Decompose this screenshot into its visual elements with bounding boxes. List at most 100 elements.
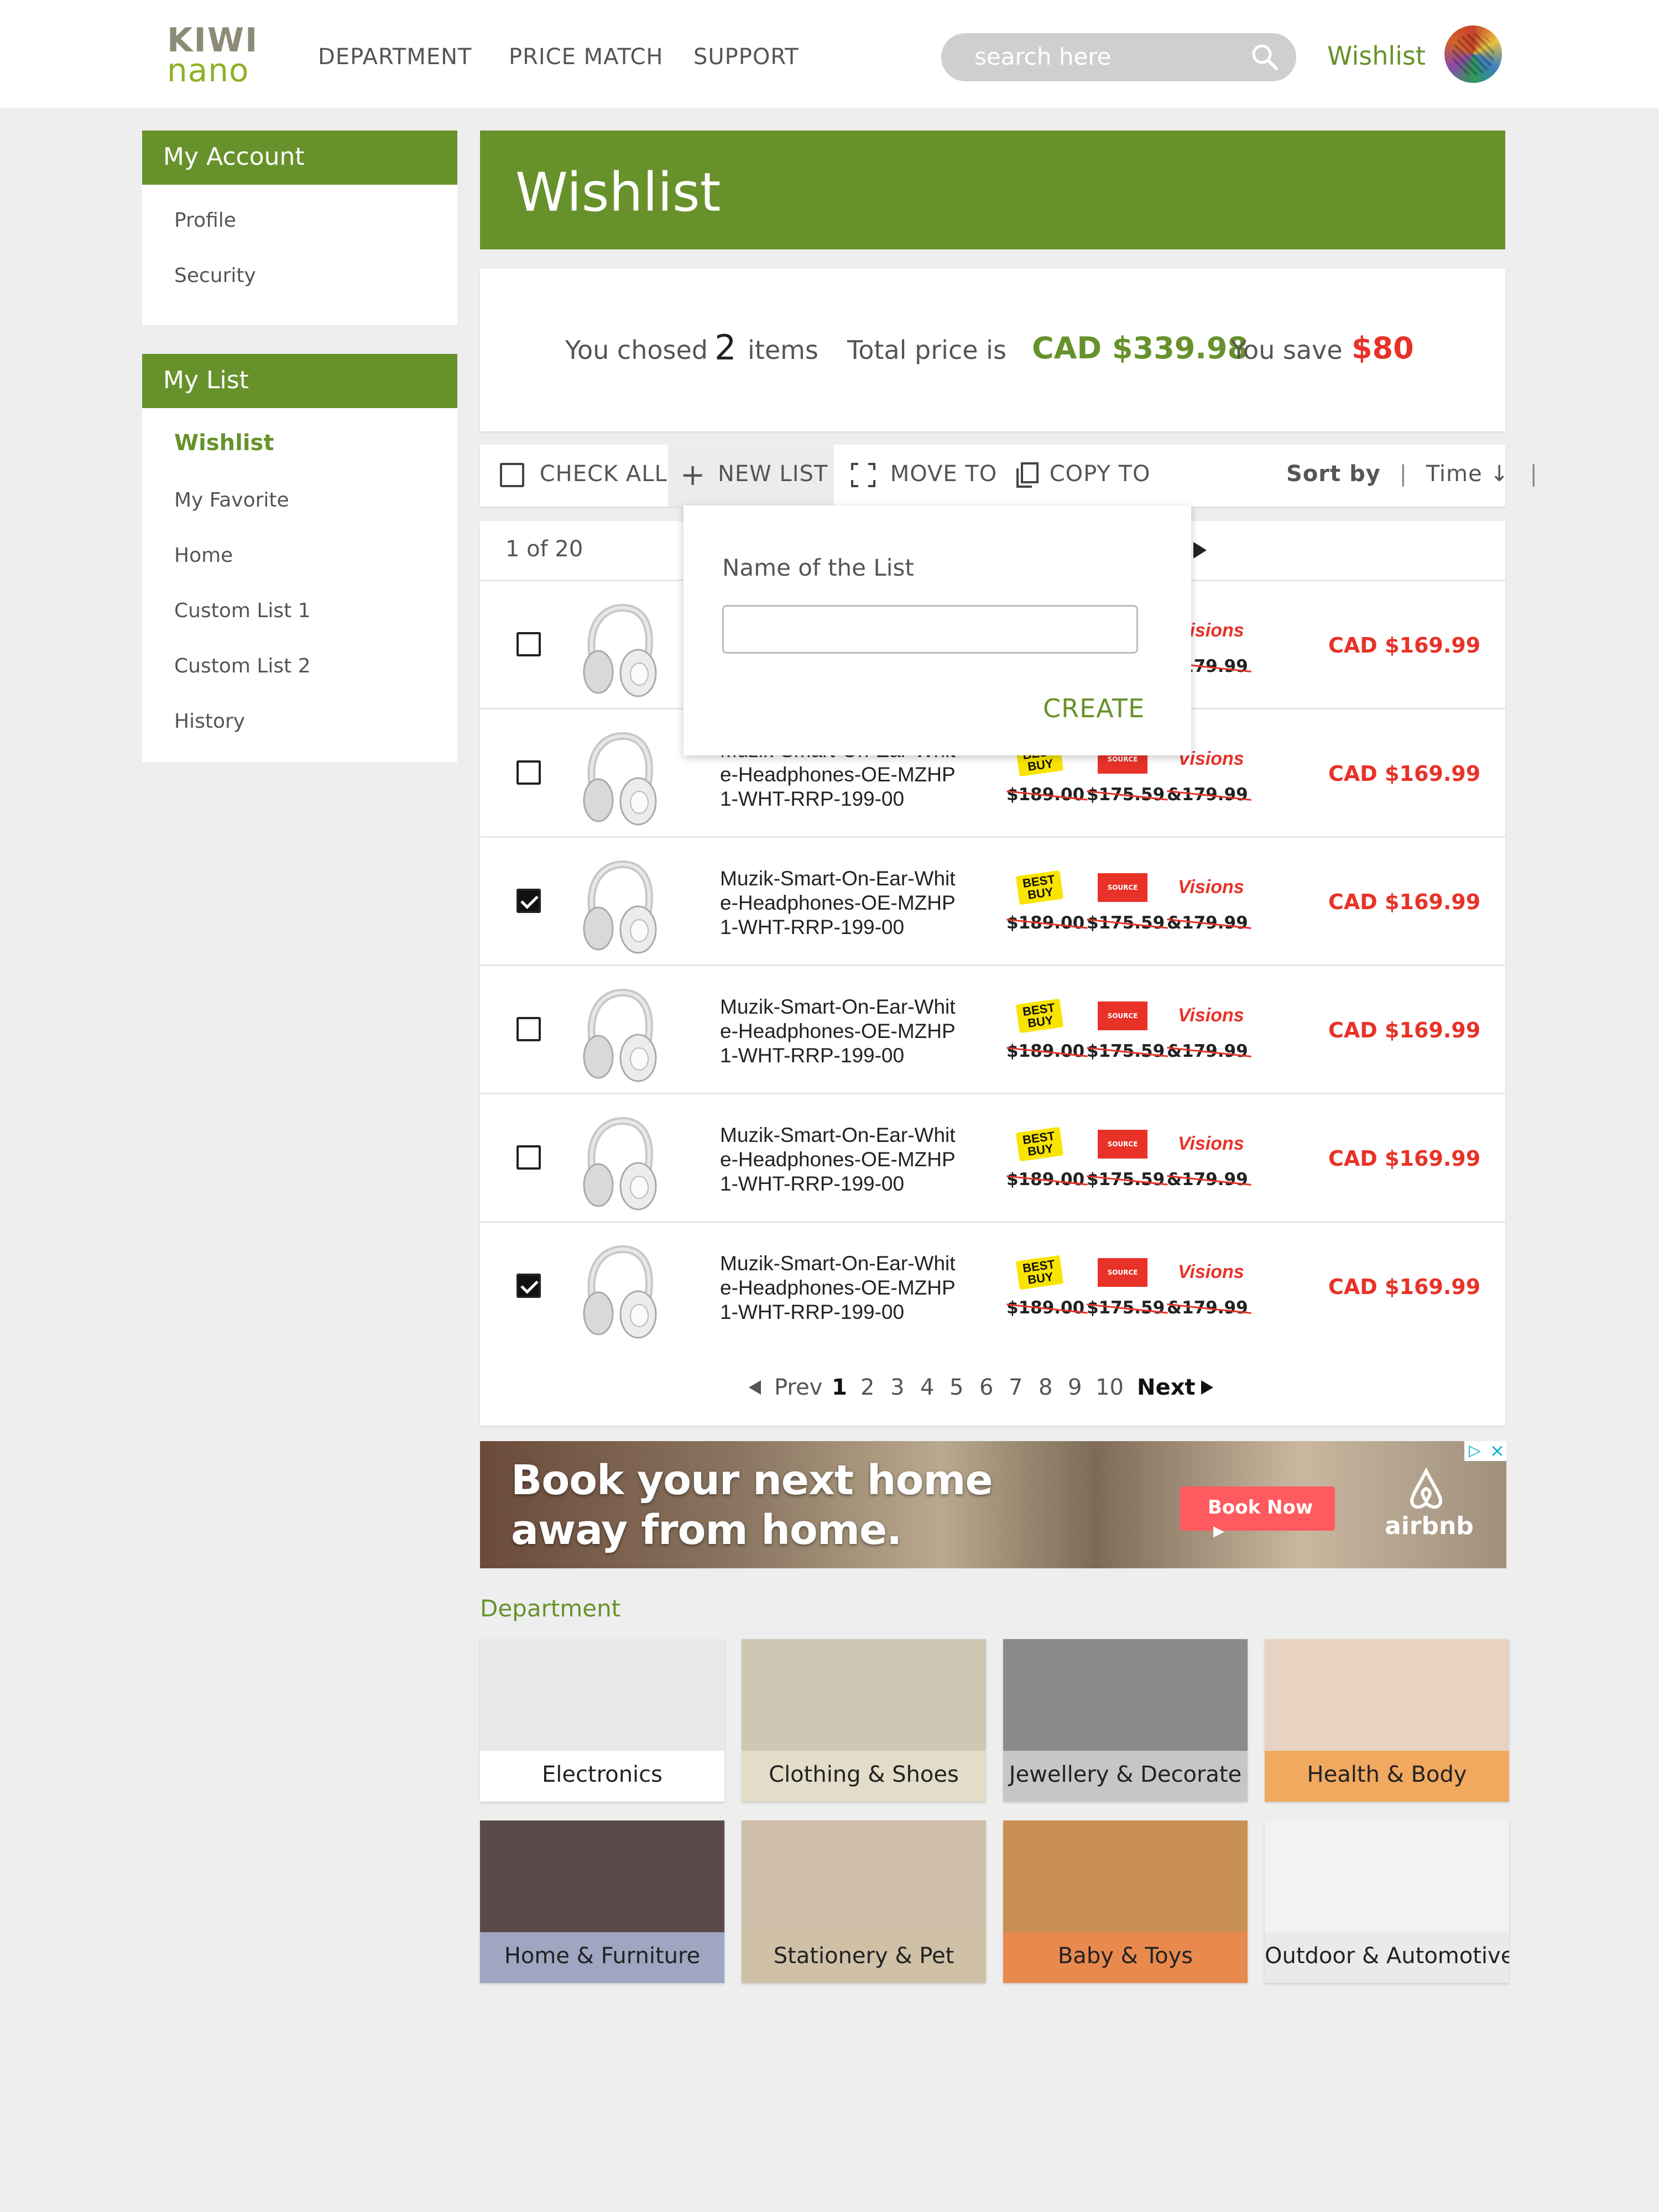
headphones-thumbnail[interactable]: [574, 985, 662, 1084]
sort-control[interactable]: Sort by | Time ↓ |: [1286, 461, 1538, 487]
store-logo: SOURCE: [1098, 1130, 1147, 1159]
product-name[interactable]: Muzik-Smart-On-Ear-White-Headphones-OE-M…: [720, 1123, 963, 1196]
list-name-input[interactable]: [722, 605, 1138, 654]
search-input[interactable]: search here: [941, 33, 1296, 81]
sidebar-item-home[interactable]: Home: [174, 544, 233, 567]
product-price: CAD $169.99: [1328, 1275, 1481, 1299]
ad-info-icon[interactable]: ▷: [1469, 1441, 1481, 1459]
department-image: [480, 1639, 724, 1751]
pagination-page-5[interactable]: 5: [950, 1375, 963, 1400]
sidebar-item-security[interactable]: Security: [174, 264, 256, 287]
prev-arrow-icon[interactable]: [749, 1380, 761, 1395]
pagination-page-1[interactable]: 1: [832, 1375, 847, 1400]
sort-arrow-down-icon[interactable]: ↓: [1490, 461, 1509, 487]
pagination-page-10[interactable]: 10: [1095, 1375, 1124, 1400]
department-tile[interactable]: Health & Body: [1265, 1639, 1509, 1802]
pagination-page-2[interactable]: 2: [860, 1375, 874, 1400]
headphones-thumbnail[interactable]: [574, 1113, 662, 1213]
new-list-button[interactable]: + NEW LIST: [680, 460, 828, 490]
table-row[interactable]: Muzik-Smart-On-Ear-White-Headphones-OE-M…: [480, 1221, 1505, 1349]
ad-choices-icon[interactable]: ▷ ×: [1464, 1441, 1506, 1461]
sidebar-item-custom-list-1[interactable]: Custom List 1: [174, 599, 311, 622]
product-name[interactable]: Muzik-Smart-On-Ear-White-Headphones-OE-M…: [720, 995, 963, 1068]
pagination-prev[interactable]: Prev: [774, 1375, 822, 1400]
row-checkbox[interactable]: [517, 760, 541, 785]
pagination-page-8[interactable]: 8: [1039, 1375, 1052, 1400]
department-tile[interactable]: Baby & Toys: [1003, 1820, 1248, 1983]
nav-support[interactable]: SUPPORT: [693, 44, 799, 70]
move-to-button[interactable]: MOVE TO: [851, 461, 997, 488]
department-tile[interactable]: Clothing & Shoes: [742, 1639, 986, 1802]
row-checkbox[interactable]: [517, 632, 541, 656]
store-price-1: SOURCE $175.59: [1087, 1126, 1165, 1198]
price-comparison: BEST BUY $189.00 SOURCE $175.59 Visions …: [1006, 998, 1272, 1070]
avatar[interactable]: [1444, 25, 1502, 83]
department-tile[interactable]: Jewellery & Decorate: [1003, 1639, 1248, 1802]
department-image: [1003, 1639, 1248, 1751]
pagination-page-4[interactable]: 4: [920, 1375, 934, 1400]
ad-line2: away from home.: [511, 1506, 902, 1554]
airbnb-icon: [1410, 1468, 1443, 1509]
list-count: 1 of 20: [505, 536, 583, 562]
next-page-arrow-icon[interactable]: [1201, 1380, 1213, 1395]
airbnb-ad-banner[interactable]: Book your next home away from home. Book…: [480, 1441, 1506, 1568]
store-price-1: SOURCE $175.59: [1087, 870, 1165, 942]
sidebar-item-custom-list-2[interactable]: Custom List 2: [174, 655, 311, 677]
book-now-button[interactable]: Book Now ▶: [1180, 1486, 1335, 1540]
summary-chosed-label: You chosed: [565, 335, 708, 365]
sidebar-item-profile[interactable]: Profile: [174, 209, 236, 232]
row-checkbox[interactable]: [517, 889, 541, 913]
summary-items-label: items: [748, 335, 818, 365]
department-tile[interactable]: Home & Furniture: [480, 1820, 724, 1983]
department-tile[interactable]: Stationery & Pet: [742, 1820, 986, 1983]
department-tile[interactable]: Electronics: [480, 1639, 724, 1802]
next-arrow-icon[interactable]: [1193, 542, 1207, 559]
department-tile[interactable]: Outdoor & Automotive: [1265, 1820, 1509, 1983]
create-button[interactable]: CREATE: [1043, 693, 1145, 723]
row-checkbox[interactable]: [517, 1274, 541, 1298]
headphones-thumbnail[interactable]: [574, 857, 662, 956]
my-list-card: My List Wishlist My Favorite Home Custom…: [142, 354, 457, 762]
product-name[interactable]: Muzik-Smart-On-Ear-White-Headphones-OE-M…: [720, 867, 963, 940]
headphones-thumbnail[interactable]: [574, 1241, 662, 1341]
sidebar-item-history[interactable]: History: [174, 710, 245, 733]
sidebar-item-wishlist[interactable]: Wishlist: [174, 430, 274, 456]
department-label: Stationery & Pet: [742, 1932, 986, 1983]
nav-price-match[interactable]: PRICE MATCH: [509, 44, 664, 70]
ad-close-icon[interactable]: ×: [1490, 1441, 1505, 1461]
sidebar-item-my-favorite[interactable]: My Favorite: [174, 489, 289, 512]
table-row[interactable]: Muzik-Smart-On-Ear-White-Headphones-OE-M…: [480, 836, 1505, 964]
copy-to-button[interactable]: COPY TO: [1015, 461, 1150, 488]
store-price: $175.59: [1087, 1298, 1165, 1318]
product-name[interactable]: Muzik-Smart-On-Ear-White-Headphones-OE-M…: [720, 1251, 963, 1324]
move-to-icon: [851, 463, 875, 487]
pagination-page-9[interactable]: 9: [1068, 1375, 1082, 1400]
store-price: $175.59: [1087, 1170, 1165, 1190]
check-all-button[interactable]: CHECK ALL: [500, 461, 667, 487]
store-price: $189.00: [1006, 913, 1085, 933]
check-all-checkbox[interactable]: [500, 463, 524, 487]
headphones-thumbnail[interactable]: [574, 600, 662, 700]
store-logo: BEST BUY: [1015, 1126, 1064, 1162]
headphones-thumbnail[interactable]: [574, 728, 662, 828]
pagination-page-7[interactable]: 7: [1009, 1375, 1022, 1400]
table-row[interactable]: Muzik-Smart-On-Ear-White-Headphones-OE-M…: [480, 1093, 1505, 1220]
search-icon[interactable]: [1249, 41, 1282, 74]
book-now-arrow-icon: ▶: [1213, 1523, 1224, 1540]
pagination-next[interactable]: Next: [1137, 1375, 1196, 1400]
header-wishlist-link[interactable]: Wishlist: [1327, 41, 1426, 71]
store-price-0: BEST BUY $189.00: [1006, 870, 1084, 942]
copy-icon: [1016, 462, 1039, 488]
plus-icon: +: [680, 457, 706, 492]
pagination-page-6[interactable]: 6: [979, 1375, 993, 1400]
pagination-page-3[interactable]: 3: [890, 1375, 904, 1400]
my-account-card: My Account Profile Security: [142, 131, 457, 325]
kiwi-nano-logo[interactable]: KIWI nano: [167, 24, 261, 86]
row-checkbox[interactable]: [517, 1145, 541, 1170]
sort-divider-end: |: [1530, 461, 1538, 487]
sort-value[interactable]: Time: [1426, 461, 1483, 487]
department-image: [480, 1820, 724, 1932]
nav-department[interactable]: DEPARTMENT: [318, 44, 472, 70]
table-row[interactable]: Muzik-Smart-On-Ear-White-Headphones-OE-M…: [480, 964, 1505, 1092]
row-checkbox[interactable]: [517, 1017, 541, 1041]
